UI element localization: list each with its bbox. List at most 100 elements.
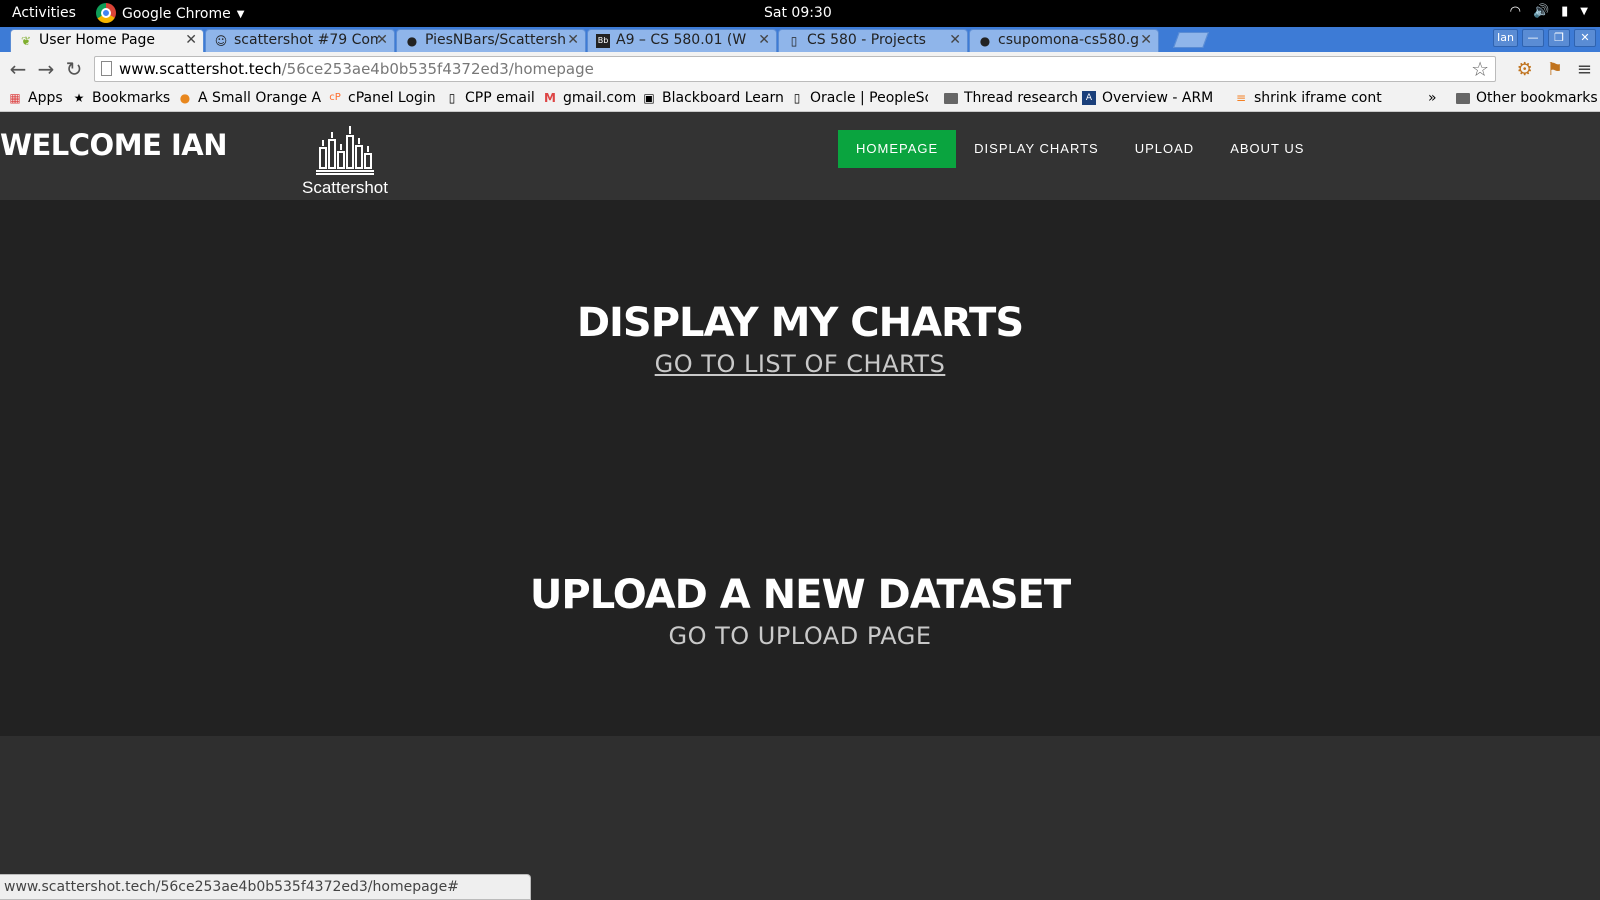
bookmark-label: A Small Orange A (198, 90, 322, 106)
bookmark-label: cPanel Login (348, 90, 436, 106)
tab-a9-cs580[interactable]: Bb A9 – CS 580.01 (W ✕ (587, 29, 777, 52)
caret-down-icon: ▼ (236, 8, 245, 20)
close-window-icon[interactable]: ✕ (1574, 29, 1596, 47)
hero-section: DISPLAY MY CHARTS GO TO LIST OF CHARTS U… (0, 200, 1600, 736)
tab-user-home-page[interactable]: ❦ User Home Page ✕ (10, 29, 204, 52)
profile-badge[interactable]: Ian (1493, 29, 1518, 47)
page-icon: ▯ (793, 91, 801, 105)
close-icon[interactable]: ✕ (1140, 32, 1152, 48)
candles-logo-icon (316, 126, 374, 175)
chrome-menu-icon[interactable]: ≡ (1577, 59, 1592, 80)
bookmark-oracle-peoplesoft[interactable]: ▯ Oracle | PeopleSo (790, 90, 928, 106)
tab-title: scattershot #79 Com (234, 32, 379, 48)
go-to-upload-page-link[interactable]: GO TO UPLOAD PAGE (668, 622, 931, 650)
nav-homepage[interactable]: HOMEPAGE (838, 130, 957, 168)
nav-display-charts[interactable]: DISPLAY CHARTS (956, 130, 1117, 168)
caret-down-icon: ▼ (1580, 6, 1588, 17)
bookmark-shrink-iframe[interactable]: ≡ shrink iframe cont (1234, 90, 1382, 106)
browser-toolbar: ← → ↻ www.scattershot.tech/56ce253ae4b0b… (0, 52, 1600, 86)
folder-icon (1456, 92, 1470, 104)
upload-dataset-heading: UPLOAD A NEW DATASET (529, 572, 1071, 618)
close-icon[interactable]: ✕ (758, 32, 770, 48)
new-tab-button[interactable] (1173, 32, 1209, 48)
clock[interactable]: Sat 09:30 (764, 5, 832, 21)
url-path: /56ce253ae4b0b535f4372ed3/homepage (281, 60, 594, 78)
page-icon (101, 61, 112, 76)
close-icon[interactable]: ✕ (376, 32, 388, 48)
bookmark-thread-research[interactable]: Thread research (944, 90, 1078, 106)
tab-csupomona-repo[interactable]: ● csupomona-cs580.g ✕ (969, 29, 1159, 52)
battery-icon: ▮ (1561, 4, 1569, 19)
bookmark-label: Oracle | PeopleSo (810, 90, 928, 106)
page-icon: ▯ (448, 91, 456, 105)
nav-upload[interactable]: UPLOAD (1117, 130, 1212, 168)
page-icon: ▯ (790, 34, 798, 48)
extension-icons: ⚙ ⚑ ≡ (1517, 59, 1592, 80)
cpanel-icon: cP (329, 92, 341, 103)
web-page: WELCOME IAN Scattershot HOMEPAGE DISPLAY… (0, 112, 1600, 900)
tab-scattershot-issue[interactable]: ☺ scattershot #79 Com ✕ (205, 29, 395, 52)
go-to-list-of-charts-link[interactable]: GO TO LIST OF CHARTS (655, 350, 946, 378)
upload-link-wrap: GO TO UPLOAD PAGE (0, 622, 1600, 650)
window-controls: Ian — ❐ ✕ (1493, 29, 1596, 47)
bookmark-blackboard-learn[interactable]: ▣ Blackboard Learn (642, 90, 784, 106)
folder-icon (944, 92, 958, 104)
system-top-bar: Activities Google Chrome ▼ Sat 09:30 ◠ 🔊… (0, 0, 1600, 27)
close-icon[interactable]: ✕ (949, 32, 961, 48)
avatar-icon: ☺ (214, 34, 228, 48)
url-host: www.scattershot.tech (119, 60, 282, 78)
bookmarks-bar: ▦ Apps ★ Bookmarks ● A Small Orange A cP… (0, 86, 1600, 112)
site-header: WELCOME IAN Scattershot HOMEPAGE DISPLAY… (0, 112, 1600, 200)
extension-flag-icon[interactable]: ⚑ (1547, 59, 1563, 80)
bookmark-overview-arm[interactable]: A Overview - ARM ( (1082, 90, 1218, 106)
bookmark-star-icon[interactable]: ☆ (1471, 57, 1489, 81)
app-menu[interactable]: Google Chrome ▼ (96, 3, 245, 23)
system-status-area[interactable]: ◠ 🔊 ▮ ▼ (1510, 4, 1588, 19)
chevron-right-icon: » (1428, 90, 1437, 106)
blackboard-icon: Bb (596, 34, 610, 48)
tab-title: A9 – CS 580.01 (W (616, 32, 747, 48)
activities-button[interactable]: Activities (12, 5, 76, 21)
bookmark-cpanel-login[interactable]: cP cPanel Login (328, 90, 436, 106)
gmail-icon: M (544, 91, 556, 105)
bookmark-cpp-email[interactable]: ▯ CPP email (445, 90, 535, 106)
back-arrow-icon[interactable]: ← (4, 57, 32, 81)
tab-piesnbars-repo[interactable]: ● PiesNBars/Scattersh ✕ (396, 29, 586, 52)
bookmark-label: Bookmarks (92, 90, 171, 106)
tab-cs580-projects[interactable]: ▯ CS 580 - Projects ✕ (778, 29, 968, 52)
tab-title: CS 580 - Projects (807, 32, 926, 48)
address-bar[interactable]: www.scattershot.tech/56ce253ae4b0b535f43… (94, 56, 1496, 82)
other-bookmarks[interactable]: Other bookmarks (1456, 90, 1598, 106)
tab-strip: ❦ User Home Page ✕ ☺ scattershot #79 Com… (0, 27, 1600, 52)
bookmark-gmail[interactable]: M gmail.com (543, 90, 636, 106)
other-bookmarks-label: Other bookmarks (1476, 90, 1598, 106)
bookmark-label: Apps (28, 90, 63, 106)
logo-text: Scattershot (302, 178, 388, 197)
chrome-icon (96, 3, 116, 23)
bookmark-bookmarks[interactable]: ★ Bookmarks (72, 90, 171, 106)
leaf-icon: ❦ (20, 34, 32, 48)
display-charts-heading: DISPLAY MY CHARTS (576, 300, 1024, 346)
close-icon[interactable]: ✕ (185, 32, 197, 48)
arm-icon: A (1082, 91, 1096, 105)
reload-icon[interactable]: ↻ (60, 57, 88, 81)
tab-title: PiesNBars/Scattersh (425, 32, 567, 48)
forward-arrow-icon[interactable]: → (32, 57, 60, 81)
bookmark-label: gmail.com (563, 90, 637, 106)
bookmark-apps[interactable]: ▦ Apps (8, 90, 63, 106)
bookmark-label: Overview - ARM ( (1102, 90, 1218, 106)
main-nav: HOMEPAGE DISPLAY CHARTS UPLOAD ABOUT US (838, 130, 1322, 168)
bookmark-a-small-orange[interactable]: ● A Small Orange A (178, 90, 321, 106)
nav-about-us[interactable]: ABOUT US (1212, 130, 1322, 168)
close-icon[interactable]: ✕ (567, 32, 579, 48)
extension-off-icon[interactable]: ⚙ (1517, 59, 1533, 80)
maximize-icon[interactable]: ❐ (1548, 29, 1570, 47)
scattershot-logo[interactable]: Scattershot (300, 124, 390, 198)
bookmark-label: Thread research (964, 90, 1078, 106)
blackboard-icon: ▣ (643, 91, 655, 105)
display-charts-link-wrap: GO TO LIST OF CHARTS (0, 350, 1600, 378)
tab-title: csupomona-cs580.g (998, 32, 1140, 48)
bookmarks-overflow-chevron[interactable]: » (1428, 90, 1437, 106)
apps-grid-icon: ▦ (9, 91, 21, 105)
minimize-icon[interactable]: — (1522, 29, 1544, 47)
